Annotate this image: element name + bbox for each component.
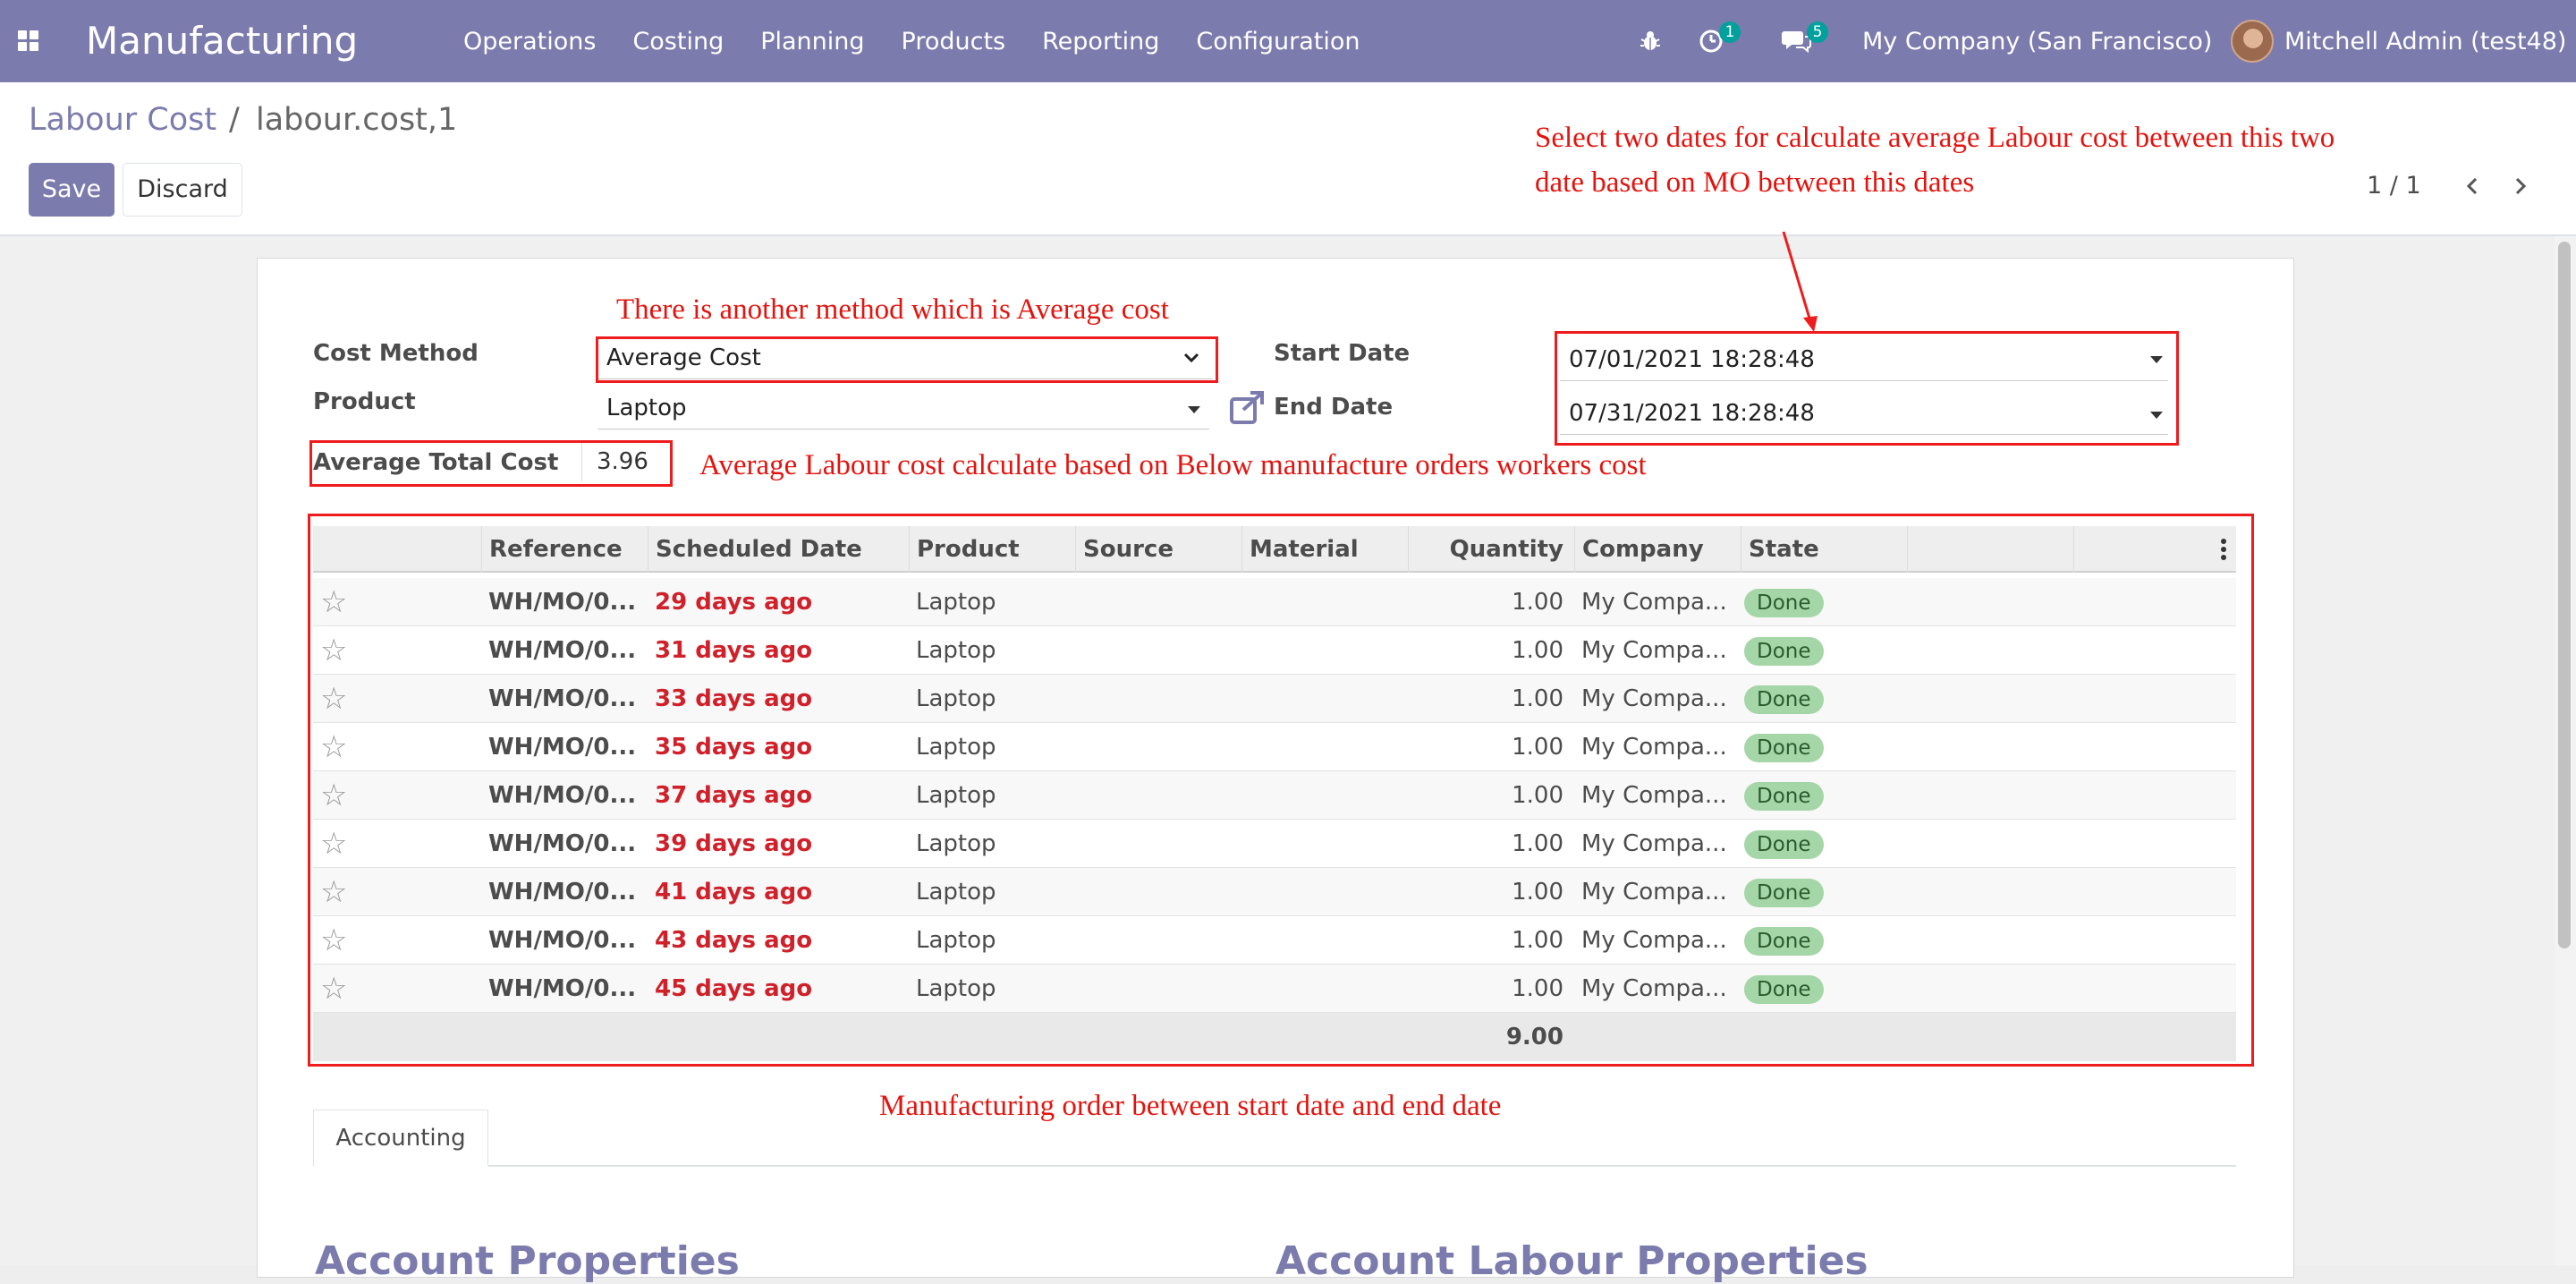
- menu-planning[interactable]: Planning: [760, 28, 864, 55]
- app-title[interactable]: Manufacturing: [86, 14, 358, 68]
- apps-menu-icon[interactable]: [18, 30, 39, 52]
- messages-chat-icon[interactable]: [1782, 0, 1812, 82]
- pager-next-icon[interactable]: [2503, 168, 2538, 204]
- section-account-labour-properties: Account Labour Properties: [1275, 1238, 1868, 1284]
- user-menu[interactable]: Mitchell Admin (test48): [2284, 0, 2566, 82]
- top-navbar: Manufacturing Operations Costing Plannin…: [0, 0, 2576, 82]
- external-link-icon[interactable]: [1229, 390, 1267, 426]
- breadcrumb-current: labour.cost,1: [256, 102, 458, 138]
- breadcrumb-parent-link[interactable]: Labour Cost: [29, 102, 216, 138]
- activity-clock-icon[interactable]: [1698, 0, 1724, 82]
- pager-value[interactable]: 1 / 1: [2367, 172, 2421, 200]
- annotation-method: There is another method which is Average…: [616, 293, 1169, 326]
- start-date-label: Start Date: [1274, 340, 1411, 367]
- notebook-tabs-line: [313, 1165, 2236, 1167]
- main-menu: Operations Costing Planning Products Rep…: [463, 0, 1397, 82]
- tab-accounting[interactable]: Accounting: [313, 1110, 488, 1167]
- menu-costing[interactable]: Costing: [632, 28, 724, 55]
- annotation-box-method: [596, 336, 1218, 383]
- annotation-arrow: [1782, 231, 1818, 332]
- section-account-properties: Account Properties: [315, 1238, 740, 1284]
- company-switcher[interactable]: My Company (San Francisco): [1862, 0, 2212, 82]
- annotation-box-orders: [308, 514, 2254, 1067]
- menu-reporting[interactable]: Reporting: [1042, 28, 1159, 55]
- end-date-label: End Date: [1274, 394, 1394, 421]
- annotation-box-dates: [1555, 331, 2179, 446]
- breadcrumb-separator: /: [229, 102, 240, 138]
- annotation-dates-line2: date based on MO between this dates: [1535, 166, 1975, 199]
- product-field[interactable]: Laptop: [597, 388, 1209, 429]
- scrollbar-thumb[interactable]: [2558, 242, 2571, 948]
- user-avatar[interactable]: [2231, 0, 2274, 82]
- activity-count-badge: 1: [1719, 21, 1741, 43]
- pager-previous-icon[interactable]: [2454, 168, 2490, 204]
- control-panel: Labour Cost / labour.cost,1 Save Discard…: [0, 82, 2576, 236]
- annotation-dates-line1: Select two dates for calculate average L…: [1535, 122, 2335, 154]
- discard-button[interactable]: Discard: [123, 163, 242, 217]
- cost-method-label: Cost Method: [313, 340, 479, 367]
- menu-products[interactable]: Products: [902, 28, 1006, 55]
- product-label: Product: [313, 388, 416, 415]
- annotation-box-average: [309, 440, 673, 487]
- annotation-orders: Manufacturing order between start date a…: [879, 1090, 1502, 1122]
- save-button[interactable]: Save: [29, 163, 114, 217]
- product-dropdown-caret-icon: [1188, 406, 1200, 413]
- annotation-average: Average Labour cost calculate based on B…: [699, 449, 1647, 481]
- messages-count-badge: 5: [1807, 21, 1828, 43]
- debug-bug-icon[interactable]: [1639, 0, 1662, 82]
- menu-configuration[interactable]: Configuration: [1196, 28, 1360, 55]
- menu-operations[interactable]: Operations: [463, 28, 596, 55]
